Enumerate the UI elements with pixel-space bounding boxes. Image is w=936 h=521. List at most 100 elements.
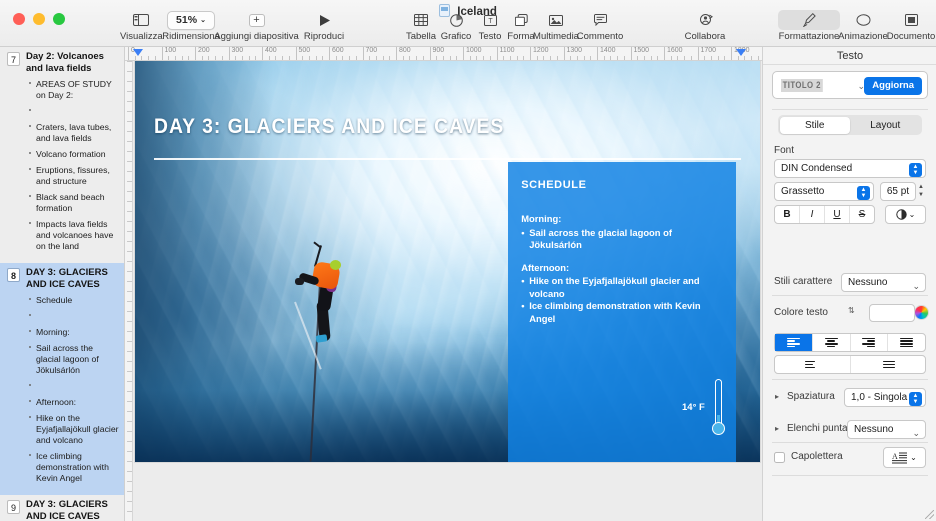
toolbar-item-documento[interactable]: Documento: [886, 10, 936, 42]
text-color-well[interactable]: [869, 304, 915, 322]
underline-button[interactable]: U: [825, 206, 850, 223]
tab-stile[interactable]: Stile: [779, 116, 850, 134]
toolbar-item-grafico[interactable]: Grafico: [436, 10, 476, 42]
dropcap-style-menu[interactable]: A ⌄: [883, 447, 926, 468]
stepper-icon[interactable]: ▲ ▼: [857, 185, 870, 200]
stepper-icon[interactable]: ▲ ▼: [909, 391, 922, 406]
slide-outline-item[interactable]: Sail across the glacial lagoon of Jökuls…: [29, 343, 119, 376]
toolbar-item-visualizza[interactable]: Visualizza: [120, 10, 163, 42]
decrease-indent-button[interactable]: [775, 356, 851, 373]
ruler-margin-marker[interactable]: [736, 49, 746, 56]
vertical-ruler[interactable]: [125, 61, 133, 521]
slide-outline-title[interactable]: Day 2: Volcanoes and lava fields: [26, 51, 118, 74]
slide-outline-group[interactable]: 7 Day 2: Volcanoes and lava fields AREAS O…: [0, 47, 124, 263]
slide-outline-item[interactable]: Eruptions, fissures, and structure: [29, 165, 119, 187]
slide-outline-group[interactable]: 9DAY 3: GLACIERS AND ICE CAVESAREAS OF S…: [0, 495, 124, 521]
slide-title[interactable]: DAY 3: GLACIERS AND ICE CAVES: [154, 115, 504, 139]
gear-effects-icon[interactable]: ⌄: [886, 206, 925, 223]
bullet-icon: •: [521, 226, 525, 238]
toolbar-item-collabora[interactable]: Collabora: [680, 10, 730, 42]
ruler-minor-tick: [127, 501, 132, 502]
slide-outline-item[interactable]: Volcano formation: [29, 149, 119, 160]
color-wheel-icon[interactable]: [914, 305, 929, 320]
ruler-minor-tick: [536, 56, 538, 60]
ruler-margin-marker[interactable]: [133, 49, 143, 56]
toolbar-item-aggiungi-diapositiva[interactable]: + Aggiungi diapositiva: [210, 10, 303, 42]
align-center-button[interactable]: [813, 334, 851, 351]
text-alignment-buttons[interactable]: [774, 333, 926, 352]
increase-indent-button[interactable]: [851, 356, 926, 373]
slide-canvas[interactable]: DAY 3: GLACIERS AND ICE CAVES SCHEDULE M…: [133, 61, 762, 521]
ruler-minor-tick: [127, 461, 132, 462]
format-inspector[interactable]: Testo TITOLO 2 ⌄ Aggiorna Stile Layout F…: [762, 47, 936, 521]
toolbar-item-formattazione[interactable]: Formattazione: [778, 10, 840, 42]
slide-outline-title[interactable]: DAY 3: GLACIERS AND ICE CAVES: [26, 267, 118, 290]
disclosure-triangle-icon[interactable]: ▸: [775, 392, 779, 401]
slide-navigator-outline[interactable]: 7 Day 2: Volcanoes and lava fields AREAS O…: [0, 47, 125, 521]
ruler-minor-tick: [717, 56, 719, 60]
ruler-minor-tick: [127, 511, 132, 512]
toolbar: Iceland Visualizza 51% ⌄ Ridimensiona +: [0, 0, 936, 47]
toolbar-item-riproduci[interactable]: Riproduci: [300, 10, 348, 42]
ruler-minor-tick: [442, 56, 444, 60]
style-layout-segmented-control[interactable]: Stile Layout: [778, 115, 922, 135]
slide-outline-item[interactable]: Morning:: [29, 327, 119, 338]
schedule-body[interactable]: Morning: • Sail across the glacial lagoon …: [521, 213, 727, 325]
slide-outline-item[interactable]: AREAS OF STUDY on Day 2:: [29, 79, 119, 101]
bullet-icon: •: [521, 300, 525, 312]
align-left-button[interactable]: [775, 334, 813, 351]
font-size-stepper[interactable]: ▲ ▼: [918, 183, 924, 199]
slide-outline-item[interactable]: Schedule: [29, 295, 119, 306]
slide-number[interactable]: 9: [7, 500, 20, 514]
slide-outline-item[interactable]: [29, 106, 119, 117]
ruler-minor-tick: [677, 56, 679, 60]
slide-number[interactable]: 8: [7, 268, 20, 282]
ruler-minor-tick: [181, 56, 183, 60]
disclosure-arrows-icon[interactable]: ⇅: [848, 306, 855, 315]
toolbar-item-commento[interactable]: Commento: [575, 10, 625, 42]
ruler-minor-tick: [127, 251, 132, 252]
paragraph-style-control[interactable]: TITOLO 2 ⌄ Aggiorna: [772, 71, 928, 99]
toolbar-item-animazione[interactable]: Animazione: [836, 10, 890, 42]
view-sidebar-icon: [120, 10, 162, 30]
slide-outline-item[interactable]: Afternoon:: [29, 397, 119, 408]
slide-8[interactable]: DAY 3: GLACIERS AND ICE CAVES SCHEDULE M…: [135, 61, 760, 462]
bold-button[interactable]: B: [775, 206, 800, 223]
stepper-icon[interactable]: ▲ ▼: [909, 162, 922, 177]
typeface-buttons[interactable]: B I U S: [774, 205, 875, 224]
slide-outline-item[interactable]: Impacts lava fields and volcanoes have o…: [29, 219, 119, 252]
slide-outline-group[interactable]: 8 DAY 3: GLACIERS AND ICE CAVES Schedule Mo…: [0, 263, 124, 495]
align-right-button[interactable]: [851, 334, 889, 351]
horizontal-ruler[interactable]: 0 100 200 300 400 500 600 700 800 900 1000 1100 1200…: [125, 47, 762, 61]
schedule-panel[interactable]: SCHEDULE Morning: • Sail across the glacia…: [507, 162, 737, 462]
ruler-minor-tick: [127, 71, 132, 72]
ruler-major-tick: [630, 47, 632, 60]
zoom-level-control[interactable]: 51% ⌄: [167, 10, 215, 30]
window-resize-grip[interactable]: [925, 510, 934, 519]
slide-number[interactable]: 7: [7, 52, 20, 66]
italic-button[interactable]: I: [800, 206, 825, 223]
character-styles-select[interactable]: Nessuno ⌄: [841, 273, 926, 292]
spacing-select[interactable]: 1,0 - Singola ▲ ▼: [844, 388, 926, 407]
ruler-minor-tick: [751, 56, 753, 60]
slide-outline-item[interactable]: Black sand beach formation: [29, 192, 119, 214]
indent-buttons[interactable]: [774, 355, 926, 374]
slide-outline-title[interactable]: DAY 3: GLACIERS AND ICE CAVES: [26, 499, 118, 521]
update-style-button[interactable]: Aggiorna: [864, 77, 922, 95]
bullets-select[interactable]: Nessuno ⌄: [847, 420, 926, 439]
strikethrough-button[interactable]: S: [850, 206, 874, 223]
disclosure-triangle-icon[interactable]: ▸: [775, 424, 779, 433]
slide-outline-item[interactable]: [29, 311, 119, 322]
align-justify-button[interactable]: [888, 334, 925, 351]
slide-outline-item[interactable]: Hike on the Eyjafjallajökull glacier and…: [29, 413, 119, 446]
font-size-field[interactable]: 65 pt: [880, 182, 916, 201]
dropcap-icon[interactable]: A ⌄: [884, 448, 925, 467]
font-family-select[interactable]: DIN Condensed ▲ ▼: [774, 159, 926, 178]
dropcap-checkbox[interactable]: [774, 452, 785, 463]
slide-outline-item[interactable]: Ice climbing demonstration with Kevin An…: [29, 451, 119, 484]
slide-outline-item[interactable]: [29, 381, 119, 392]
font-weight-select[interactable]: Grassetto ▲ ▼: [774, 182, 874, 201]
text-effects-menu[interactable]: ⌄: [885, 205, 926, 224]
tab-layout[interactable]: Layout: [850, 117, 921, 134]
slide-outline-item[interactable]: Craters, lava tubes, and lava fields: [29, 122, 119, 144]
